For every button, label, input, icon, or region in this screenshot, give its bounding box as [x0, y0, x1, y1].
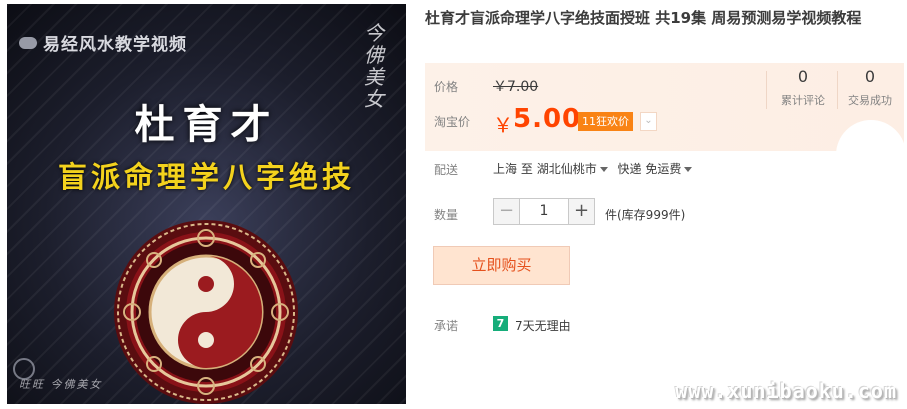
sales-label[interactable]: 交易成功: [837, 92, 903, 108]
sale-price: 5.00: [513, 104, 582, 134]
stock-text: 件(库存999件): [605, 208, 686, 222]
quantity-minus-button[interactable]: −: [493, 198, 520, 225]
image-author-name: 杜育才: [134, 101, 279, 148]
ship-fee[interactable]: 免运费: [645, 162, 681, 176]
chevron-down-icon[interactable]: [599, 167, 608, 172]
ship-method: 快递: [617, 162, 642, 176]
taiji-emblem-icon: [114, 220, 298, 404]
cloud-logo-icon: [19, 36, 37, 49]
ship-from: 上海: [493, 162, 518, 176]
chevron-down-icon[interactable]: [684, 167, 693, 172]
ship-destination[interactable]: 湖北仙桃市: [537, 162, 597, 176]
reviews-count[interactable]: 0: [770, 67, 836, 86]
price-label: 价格: [434, 80, 459, 94]
quantity-label: 数量: [434, 208, 459, 222]
original-price: ￥7.00: [493, 79, 539, 95]
promotion-dropdown-icon[interactable]: ⌄: [640, 112, 657, 131]
product-image[interactable]: 易经风水教学视频 今佛美女 杜育才 盲派命理学八字绝技 旺旺 今佛美女: [7, 4, 406, 404]
shipping-route: 上海 至 湖北仙桃市 快递 免运费: [493, 160, 698, 177]
shipping-label: 配送: [434, 163, 459, 177]
reviews-label[interactable]: 累计评论: [770, 92, 836, 108]
promotion-badge: 11狂欢价: [578, 112, 633, 131]
price-panel: 价格 ￥7.00 淘宝价 ￥ 5.00 11狂欢价 ⌄ 0 累计评论 0 交易成…: [425, 63, 904, 151]
ship-to-word: 至: [520, 162, 533, 176]
image-course-title: 盲派命理学八字绝技: [57, 160, 355, 194]
quantity-input[interactable]: 1: [520, 198, 568, 225]
buy-now-button[interactable]: 立即购买: [433, 246, 570, 285]
shipping-fee-selector[interactable]: 免运费: [645, 162, 698, 176]
quantity-plus-button[interactable]: +: [568, 198, 595, 225]
watermark-text: 易经风水教学视频: [43, 35, 187, 55]
stat-divider: [766, 71, 767, 109]
currency-symbol: ￥: [493, 113, 513, 137]
product-title: 杜育才盲派命理学八字绝技面授班 共19集 周易预测易学视频教程: [425, 9, 862, 27]
image-watermark: 易经风水教学视频: [19, 30, 187, 55]
destination-selector[interactable]: 湖北仙桃市: [537, 162, 614, 176]
promise-text[interactable]: 7天无理由: [515, 317, 571, 334]
seven-day-return-icon: 7: [493, 316, 508, 331]
image-noise-blob: [836, 120, 906, 190]
sales-count[interactable]: 0: [837, 67, 903, 86]
promise-label: 承诺: [434, 319, 459, 333]
taobao-price-label: 淘宝价: [434, 115, 471, 129]
image-bottom-signature: 旺旺 今佛美女: [19, 378, 103, 391]
site-watermark: www.xunibaoku.com: [675, 379, 897, 403]
quantity-stepper[interactable]: − 1 +: [493, 198, 595, 225]
